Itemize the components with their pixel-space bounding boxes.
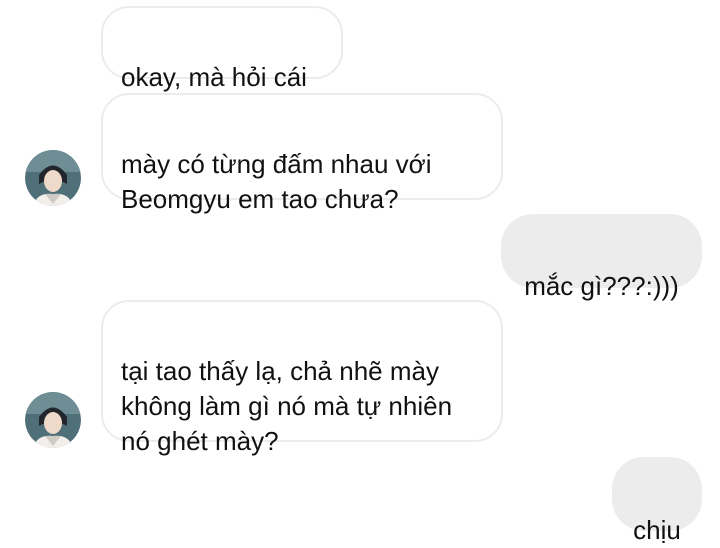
message-bubble-incoming[interactable]: mày có từng đấm nhau với Beomgyu em tao … xyxy=(101,93,503,214)
message-bubble-outgoing[interactable]: mắc gì???:))) xyxy=(501,214,702,301)
contact-avatar[interactable] xyxy=(25,150,81,206)
message-text: mắc gì???:))) xyxy=(524,271,679,301)
message-text: okay, mà hỏi cái xyxy=(121,62,307,92)
avatar-photo-icon xyxy=(25,392,81,448)
message-bubble-outgoing[interactable]: chịu xyxy=(612,457,702,545)
message-bubble-incoming[interactable]: okay, mà hỏi cái xyxy=(101,6,343,92)
contact-avatar[interactable] xyxy=(25,392,81,448)
chat-thread: okay, mà hỏi cái mày có từng đấm nhau vớ… xyxy=(0,0,720,545)
message-bubble-incoming[interactable]: tại tao thấy lạ, chả nhẽ mày không làm g… xyxy=(101,300,503,456)
message-text: mày có từng đấm nhau với Beomgyu em tao … xyxy=(121,149,432,214)
avatar-photo-icon xyxy=(25,150,81,206)
message-text: chịu xyxy=(633,515,681,545)
message-text: tại tao thấy lạ, chả nhẽ mày không làm g… xyxy=(121,356,453,456)
